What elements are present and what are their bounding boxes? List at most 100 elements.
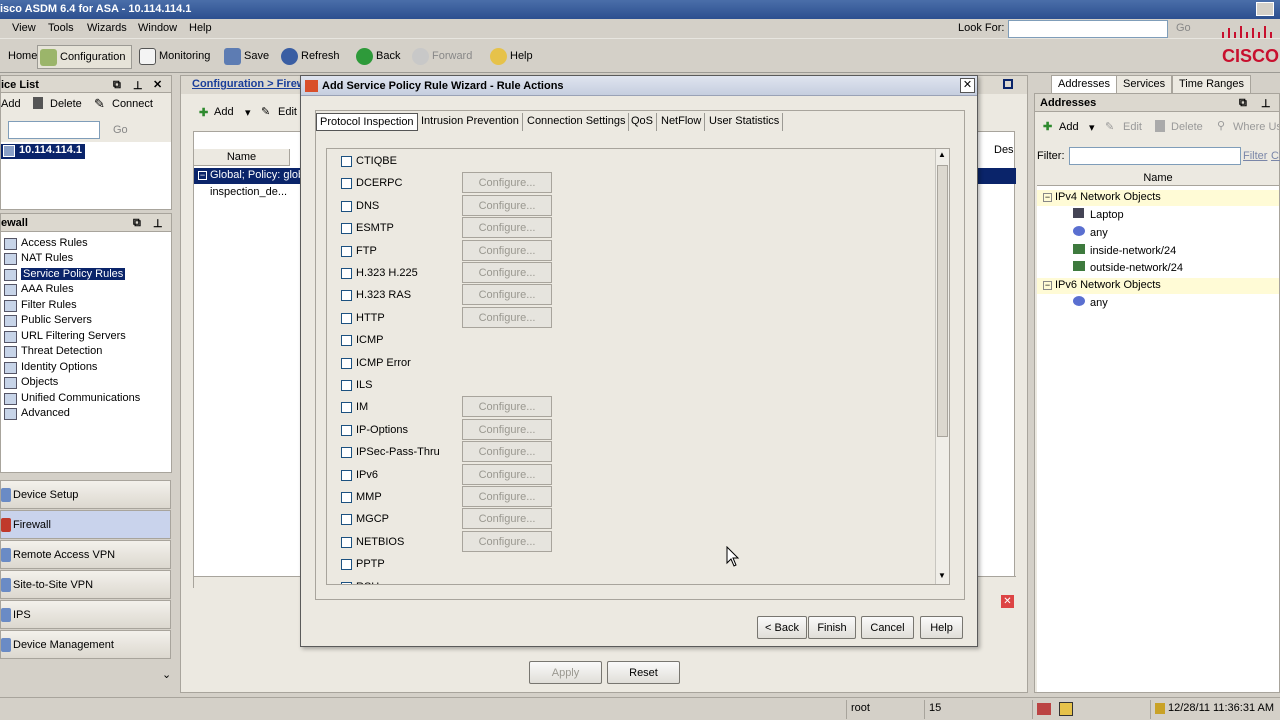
column-header-description[interactable]: Des bbox=[994, 142, 1016, 159]
address-add-button[interactable]: Add bbox=[1059, 121, 1079, 133]
protocol-checkbox[interactable] bbox=[341, 156, 352, 167]
protocol-checkbox[interactable] bbox=[341, 514, 352, 526]
configure-button[interactable]: Configure... bbox=[462, 530, 552, 552]
collapse-icon[interactable]: − bbox=[198, 171, 207, 180]
restore-icon[interactable]: ⧉ bbox=[1239, 97, 1247, 110]
configure-button[interactable]: Configure... bbox=[462, 418, 552, 440]
cancel-button[interactable]: Cancel bbox=[861, 616, 914, 639]
tree-unified-communications[interactable]: Unified Communications bbox=[1, 392, 140, 405]
group-ipv4[interactable]: − IPv4 Network Objects bbox=[1037, 190, 1279, 206]
collapse-icon[interactable]: − bbox=[1043, 193, 1052, 202]
configure-button[interactable]: Configure... bbox=[462, 239, 552, 261]
close-red-icon[interactable]: ✕ bbox=[1001, 595, 1014, 608]
tab-addresses[interactable]: Addresses bbox=[1051, 75, 1117, 93]
configure-button[interactable]: Configure... bbox=[462, 508, 552, 530]
menu-wizards[interactable]: Wizards bbox=[87, 22, 127, 34]
configure-button[interactable]: Configure... bbox=[462, 463, 552, 485]
tab-user-statistics[interactable]: User Statistics bbox=[706, 113, 784, 131]
pin-icon[interactable]: ⊥ bbox=[133, 79, 143, 92]
lookfor-go-button[interactable]: Go bbox=[1176, 22, 1191, 34]
chevron-down-icon[interactable]: ⌄ bbox=[162, 668, 171, 681]
protocol-checkbox[interactable] bbox=[341, 424, 352, 436]
list-item[interactable]: any bbox=[1073, 226, 1108, 239]
forward-button[interactable]: Forward bbox=[410, 45, 476, 69]
configure-button[interactable]: Configure... bbox=[462, 486, 552, 507]
breadcrumb[interactable]: Configuration > Firewall bbox=[192, 78, 302, 90]
protocol-checkbox[interactable] bbox=[341, 380, 352, 391]
tab-services[interactable]: Services bbox=[1116, 75, 1173, 93]
dialog-help-button[interactable]: Help bbox=[920, 616, 963, 639]
menu-view[interactable]: View bbox=[12, 22, 36, 34]
monitoring-button[interactable]: Monitoring bbox=[137, 45, 214, 69]
tab-connection-settings[interactable]: Connection Settings bbox=[524, 113, 630, 131]
configure-button[interactable]: Configure... bbox=[462, 284, 552, 306]
tab-qos[interactable]: QoS bbox=[628, 113, 658, 131]
rule-add-button[interactable]: Add bbox=[214, 106, 234, 118]
protocol-checkbox[interactable] bbox=[341, 312, 352, 324]
column-header-name[interactable]: Name bbox=[194, 149, 290, 166]
configuration-button[interactable]: Configuration bbox=[37, 45, 132, 69]
protocol-checkbox[interactable] bbox=[341, 581, 352, 584]
apply-button[interactable]: Apply bbox=[529, 661, 602, 684]
tree-url-filtering[interactable]: URL Filtering Servers bbox=[1, 330, 126, 343]
configure-button[interactable]: Configure... bbox=[462, 217, 552, 239]
tab-time-ranges[interactable]: Time Ranges bbox=[1172, 75, 1252, 93]
help-button[interactable]: Help bbox=[488, 45, 537, 69]
restore-icon[interactable]: ⧉ bbox=[113, 79, 121, 92]
device-go-button[interactable]: Go bbox=[113, 124, 128, 136]
address-delete-button[interactable]: Delete bbox=[1171, 121, 1203, 133]
tree-filter-rules[interactable]: Filter Rules bbox=[1, 299, 77, 312]
filter-input[interactable] bbox=[1069, 147, 1241, 165]
tree-advanced[interactable]: Advanced bbox=[1, 407, 70, 420]
tree-objects[interactable]: Objects bbox=[1, 376, 58, 389]
protocol-checkbox[interactable] bbox=[341, 245, 352, 257]
lookfor-input[interactable] bbox=[1008, 20, 1168, 38]
protocol-checkbox[interactable] bbox=[341, 290, 352, 302]
protocol-checkbox[interactable] bbox=[341, 335, 352, 347]
maximize-icon[interactable] bbox=[1003, 79, 1013, 89]
menu-window[interactable]: Window bbox=[138, 22, 177, 34]
pin-icon[interactable]: ⊥ bbox=[153, 217, 163, 230]
collapse-icon[interactable]: − bbox=[1043, 281, 1052, 290]
tree-aaa-rules[interactable]: AAA Rules bbox=[1, 283, 74, 296]
protocol-checkbox[interactable] bbox=[341, 357, 352, 369]
tab-intrusion-prevention[interactable]: Intrusion Prevention bbox=[418, 113, 523, 131]
menu-tools[interactable]: Tools bbox=[48, 22, 74, 34]
group-ipv6[interactable]: − IPv6 Network Objects bbox=[1037, 278, 1279, 294]
tab-protocol-inspection[interactable]: Protocol Inspection bbox=[316, 113, 418, 131]
rule-edit-button[interactable]: Edit bbox=[278, 106, 297, 118]
tree-public-servers[interactable]: Public Servers bbox=[1, 314, 92, 327]
finish-button[interactable]: Finish bbox=[808, 616, 856, 639]
window-minimize-button[interactable] bbox=[1256, 2, 1274, 16]
protocol-checkbox[interactable] bbox=[341, 268, 352, 279]
configure-button[interactable]: Configure... bbox=[462, 396, 552, 418]
filter-button[interactable]: Filter bbox=[1243, 150, 1267, 162]
nav-device-management[interactable]: Device Management bbox=[0, 630, 171, 659]
nav-site-to-site-vpn[interactable]: Site-to-Site VPN bbox=[0, 570, 171, 599]
reset-button[interactable]: Reset bbox=[607, 661, 680, 684]
device-delete-button[interactable]: Delete bbox=[50, 98, 82, 110]
protocol-checkbox[interactable] bbox=[341, 447, 352, 459]
scroll-up-icon[interactable]: ▲ bbox=[938, 150, 946, 159]
nav-remote-access-vpn[interactable]: Remote Access VPN bbox=[0, 540, 171, 569]
protocol-checkbox[interactable] bbox=[341, 178, 352, 190]
restore-icon[interactable]: ⧉ bbox=[133, 217, 141, 230]
configure-button[interactable]: Configure... bbox=[462, 441, 552, 463]
device-item[interactable]: 10.114.114.1 bbox=[1, 144, 86, 159]
device-search-input[interactable] bbox=[8, 121, 100, 139]
close-icon[interactable]: ✕ bbox=[153, 78, 162, 91]
clear-button[interactable]: Cl bbox=[1271, 150, 1280, 162]
list-item[interactable]: any bbox=[1073, 296, 1108, 309]
tree-nat-rules[interactable]: NAT Rules bbox=[1, 252, 73, 265]
scroll-down-icon[interactable]: ▼ bbox=[938, 571, 946, 580]
dialog-close-button[interactable]: ✕ bbox=[960, 78, 975, 93]
nav-firewall[interactable]: Firewall bbox=[0, 510, 171, 539]
nav-device-setup[interactable]: Device Setup bbox=[0, 480, 171, 509]
protocol-checkbox[interactable] bbox=[341, 223, 352, 235]
tab-netflow[interactable]: NetFlow bbox=[658, 113, 706, 131]
chevron-down-icon[interactable]: ▾ bbox=[245, 106, 251, 119]
device-add-button[interactable]: Add bbox=[1, 98, 21, 110]
configure-button[interactable]: Configure... bbox=[462, 172, 552, 194]
protocol-checkbox[interactable] bbox=[341, 559, 352, 571]
list-item[interactable]: outside-network/24 bbox=[1073, 261, 1183, 274]
